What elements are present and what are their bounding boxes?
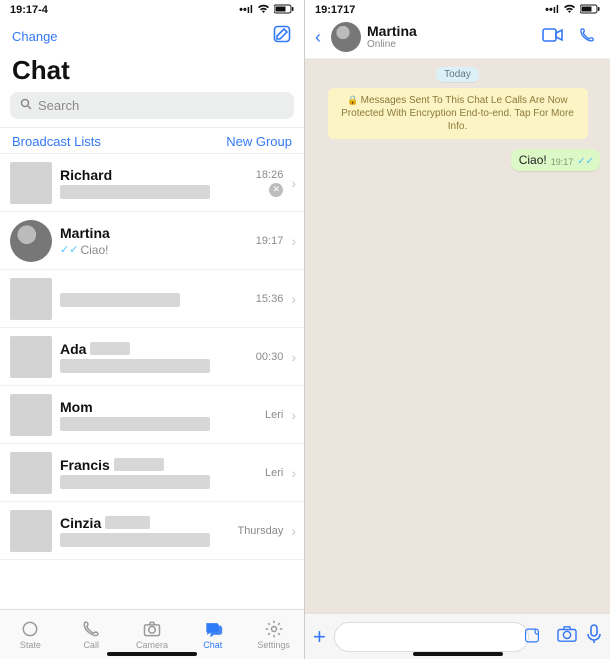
chat-row[interactable]: 15:36 › [0,270,304,328]
cellular-icon: ••ıl [545,4,559,16]
new-group-link[interactable]: New Group [226,134,292,149]
chat-list-panel: 19:17-4 ••ıl Change Chat Search Broadcas… [0,0,305,659]
voice-call-button[interactable] [574,26,600,49]
search-input[interactable]: Search [10,92,294,119]
encryption-notice[interactable]: 🔒Messages Sent To This Chat Le Calls Are… [328,88,588,139]
chat-name: Richard [60,167,235,183]
avatar [10,278,52,320]
sticker-icon[interactable] [524,627,540,646]
battery-icon [274,4,294,17]
chat-time: 00:30 [256,351,284,363]
chat-name: Cinzia [60,515,235,531]
chat-preview-redacted [60,475,210,489]
avatar [10,336,52,378]
back-button[interactable]: ‹ [315,27,325,48]
chevron-right-icon: › [287,291,300,307]
chat-time: 19:17 [256,235,284,247]
status-bar: 19:1717 ••ıl [305,0,610,18]
cellular-icon: ••ıl [239,4,253,16]
message-text: Ciao! [519,153,547,167]
chat-row[interactable]: Martina ✓✓ Ciao! 19:17 › [0,212,304,270]
avatar [10,510,52,552]
chat-time: Leri [265,467,283,479]
list-actions-row: Broadcast Lists New Group [0,127,304,154]
battery-icon [580,4,600,17]
status-time: 19:17-4 [10,4,48,16]
avatar [10,452,52,494]
chat-preview: ✓✓ Ciao! [60,243,235,257]
tab-state[interactable]: State [0,610,61,659]
wifi-icon [563,4,576,17]
status-icons: ••ıl [545,4,600,17]
chat-name: Martina [60,225,235,241]
chat-preview-redacted [60,417,210,431]
chat-list: Richard 18:26 ✕ › Martina ✓✓ Ciao! 19:17 [0,154,304,609]
message-outgoing[interactable]: Ciao! 19:17 ✓✓ [511,149,600,171]
status-icons: ••ıl [239,4,294,17]
chat-name-redacted [60,293,180,307]
conversation-body[interactable]: Today 🔒Messages Sent To This Chat Le Cal… [305,59,610,613]
chat-preview-redacted [60,533,210,547]
chat-row[interactable]: Mom Leri › [0,386,304,444]
attach-button[interactable]: + [313,624,326,650]
search-icon [20,98,32,113]
status-bar: 19:17-4 ••ıl [0,0,304,18]
page-title: Chat [0,53,304,92]
camera-button[interactable] [556,625,578,648]
lock-icon: 🔒 [347,95,358,105]
chat-row[interactable]: Richard 18:26 ✕ › [0,154,304,212]
contact-title[interactable]: Martina Online [367,24,532,50]
chat-time: 15:36 [256,293,284,305]
muted-icon: ✕ [269,183,283,197]
broadcast-lists-link[interactable]: Broadcast Lists [12,134,101,149]
conversation-header: ‹ Martina Online [305,18,610,59]
compose-button[interactable] [272,24,292,49]
chat-name: Ada [60,341,235,357]
edit-link[interactable]: Change [12,29,58,44]
chat-time: 18:26 [256,169,284,181]
read-ticks-icon: ✓✓ [60,243,78,256]
contact-status: Online [367,39,532,50]
chevron-right-icon: › [287,523,300,539]
chevron-right-icon: › [287,465,300,481]
tab-settings[interactable]: Settings [243,610,304,659]
chat-list-header: Change [0,18,304,53]
contact-name: Martina [367,24,532,39]
wifi-icon [257,4,270,17]
home-indicator [413,652,503,656]
chevron-right-icon: › [287,407,300,423]
status-time: 19:1717 [315,4,355,16]
chevron-right-icon: › [287,349,300,365]
search-placeholder: Search [38,98,79,113]
message-input[interactable] [334,622,529,652]
chevron-right-icon: › [287,175,300,191]
contact-avatar[interactable] [331,22,361,52]
chat-time: Leri [265,409,283,421]
avatar [10,220,52,262]
chat-preview-redacted [60,359,210,373]
avatar [10,162,52,204]
chevron-right-icon: › [287,233,300,249]
mic-button[interactable] [586,624,602,649]
conversation-panel: 19:1717 ••ıl ‹ Martina Online Today [305,0,610,659]
message-input-wrap[interactable] [334,622,548,652]
video-call-button[interactable] [538,27,568,48]
chat-row[interactable]: Ada 00:30 › [0,328,304,386]
chat-name: Francis [60,457,235,473]
home-indicator [107,652,197,656]
chat-row[interactable]: Francis Leri › [0,444,304,502]
date-divider: Today [436,67,479,82]
chat-time: Thursday [237,525,283,537]
chat-preview-redacted [60,185,210,199]
avatar [10,394,52,436]
message-time: 19:17 [551,157,574,167]
chat-row[interactable]: Cinzia Thursday › [0,502,304,560]
chat-name: Mom [60,399,235,415]
read-ticks-icon: ✓✓ [577,156,594,167]
